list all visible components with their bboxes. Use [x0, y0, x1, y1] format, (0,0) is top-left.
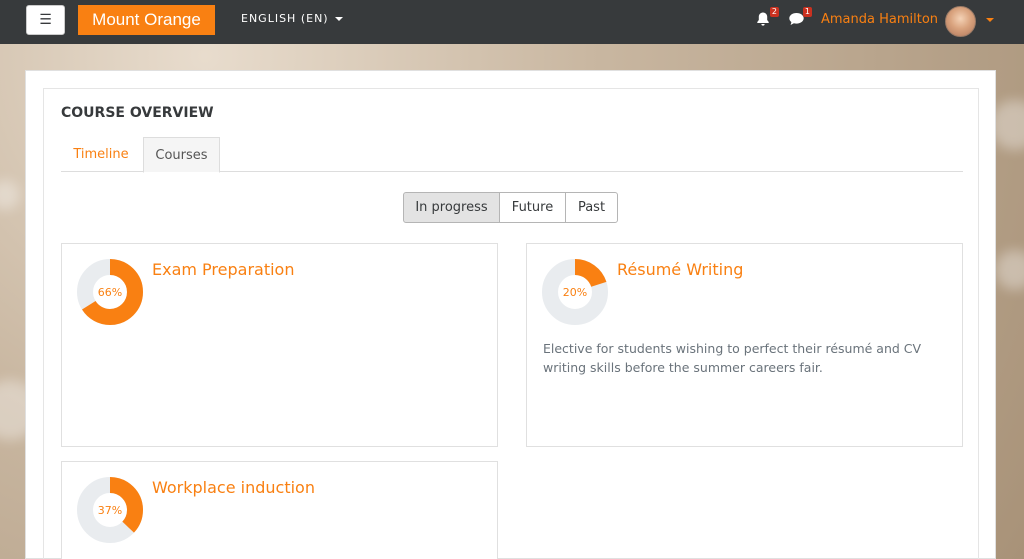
bell-icon: [757, 12, 769, 26]
messages-button[interactable]: 1: [788, 7, 812, 29]
block-title: COURSE OVERVIEW: [61, 105, 214, 121]
chevron-down-icon[interactable]: [986, 18, 994, 22]
progress-donut: 66%: [77, 259, 143, 325]
tab-list: Timeline Courses: [61, 137, 963, 173]
tab-courses[interactable]: Courses: [143, 137, 220, 173]
message-count-badge: 1: [802, 7, 812, 17]
tab-timeline[interactable]: Timeline: [61, 137, 141, 172]
hamburger-icon: ☰: [39, 12, 52, 28]
user-name[interactable]: Amanda Hamilton: [821, 12, 938, 27]
notification-count-badge: 2: [769, 7, 779, 17]
language-label: ENGLISH (EN): [241, 12, 329, 25]
language-menu[interactable]: ENGLISH (EN): [241, 12, 343, 25]
course-name-link[interactable]: Exam Preparation: [152, 260, 294, 279]
progress-donut: 20%: [542, 259, 608, 325]
progress-label: 66%: [98, 286, 122, 299]
background-bokeh: [995, 250, 1024, 290]
site-brand[interactable]: Mount Orange: [78, 5, 215, 35]
menu-toggle-button[interactable]: ☰: [26, 5, 65, 35]
course-name-link[interactable]: Résumé Writing: [617, 260, 743, 279]
background-bokeh: [0, 180, 20, 210]
filter-future-button[interactable]: Future: [499, 192, 566, 223]
progress-donut: 37%: [77, 477, 143, 543]
notifications-button[interactable]: 2: [755, 7, 779, 29]
progress-label: 20%: [563, 286, 587, 299]
top-navbar: ☰ Mount Orange ENGLISH (EN) 2 1 Amanda H…: [0, 0, 1024, 44]
course-card: 66% Exam Preparation: [61, 243, 498, 447]
avatar[interactable]: [945, 6, 976, 37]
course-filter-group: In progress Future Past: [403, 192, 618, 223]
filter-past-button[interactable]: Past: [565, 192, 618, 223]
filter-in-progress-button[interactable]: In progress: [403, 192, 500, 223]
course-overview-block: COURSE OVERVIEW Timeline Courses In prog…: [43, 88, 979, 559]
course-card: 20% Résumé Writing Elective for students…: [526, 243, 963, 447]
progress-label: 37%: [98, 504, 122, 517]
course-card: 37% Workplace induction: [61, 461, 498, 559]
page-content: COURSE OVERVIEW Timeline Courses In prog…: [25, 70, 996, 559]
chevron-down-icon: [334, 16, 343, 21]
course-summary: Elective for students wishing to perfect…: [543, 341, 922, 375]
course-name-link[interactable]: Workplace induction: [152, 478, 315, 497]
